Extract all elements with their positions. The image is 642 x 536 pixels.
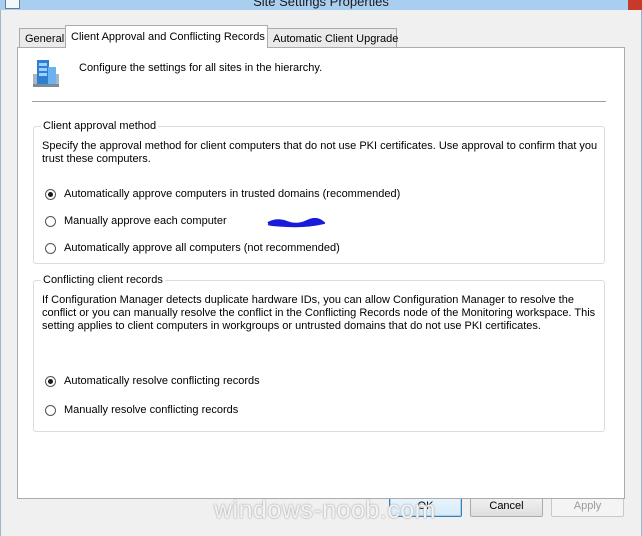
conflicting-records-group: Conflicting client records If Configurat… [33, 274, 605, 432]
client-approval-group-label: Client approval method [41, 120, 159, 132]
radio-button-checked[interactable] [45, 375, 56, 387]
title-bar[interactable]: Site Settings Properties [0, 0, 642, 10]
tab-general-label: General [25, 33, 65, 45]
tab-automatic-client-upgrade-label: Automatic Client Upgrade [273, 33, 399, 45]
radio-approve-all-computers-label: Automatically approve all computers (not… [64, 242, 340, 254]
client-approval-description: Specify the approval method for client c… [42, 140, 598, 165]
header-divider [32, 101, 606, 102]
client-approval-group: Client approval method Specify the appro… [33, 120, 605, 264]
radio-approve-trusted-domains[interactable]: Automatically approve computers in trust… [45, 188, 400, 200]
site-settings-icon [33, 60, 59, 87]
conflicting-records-group-label: Conflicting client records [41, 274, 165, 286]
apply-button[interactable]: Apply [551, 496, 624, 517]
radio-auto-resolve-conflicts-label: Automatically resolve conflicting record… [64, 375, 260, 387]
radio-approve-trusted-domains-label: Automatically approve computers in trust… [64, 188, 401, 200]
tab-client-approval[interactable]: Client Approval and Conflicting Records [65, 25, 268, 48]
conflicting-records-description: If Configuration Manager detects duplica… [42, 294, 596, 332]
cancel-button[interactable]: Cancel [470, 496, 543, 517]
tab-panel: Configure the settings for all sites in … [17, 47, 625, 499]
tab-client-approval-label: Client Approval and Conflicting Records [71, 31, 265, 43]
close-button[interactable] [628, 0, 642, 10]
properties-dialog: General Client Approval and Conflicting … [0, 10, 642, 536]
tab-automatic-client-upgrade[interactable]: Automatic Client Upgrade [267, 28, 399, 47]
radio-auto-resolve-conflicts[interactable]: Automatically resolve conflicting record… [45, 375, 260, 387]
header-description: Configure the settings for all sites in … [79, 62, 323, 74]
radio-manual-resolve-conflicts[interactable]: Manually resolve conflicting records [45, 404, 238, 416]
window-title: Site Settings Properties [253, 0, 389, 9]
radio-manually-approve-label: Manually approve each computer [64, 215, 227, 227]
radio-button-checked[interactable] [45, 188, 56, 200]
radio-button-unchecked[interactable] [45, 242, 56, 254]
redaction-scribble [267, 218, 325, 228]
watermark-text: windows-noob.com [214, 496, 436, 524]
radio-approve-all-computers[interactable]: Automatically approve all computers (not… [45, 242, 340, 254]
tab-general[interactable]: General [19, 28, 66, 47]
radio-button-unchecked[interactable] [45, 215, 56, 227]
radio-manually-approve[interactable]: Manually approve each computer [45, 215, 325, 228]
radio-button-unchecked[interactable] [45, 404, 56, 416]
radio-manual-resolve-conflicts-label: Manually resolve conflicting records [64, 404, 239, 416]
